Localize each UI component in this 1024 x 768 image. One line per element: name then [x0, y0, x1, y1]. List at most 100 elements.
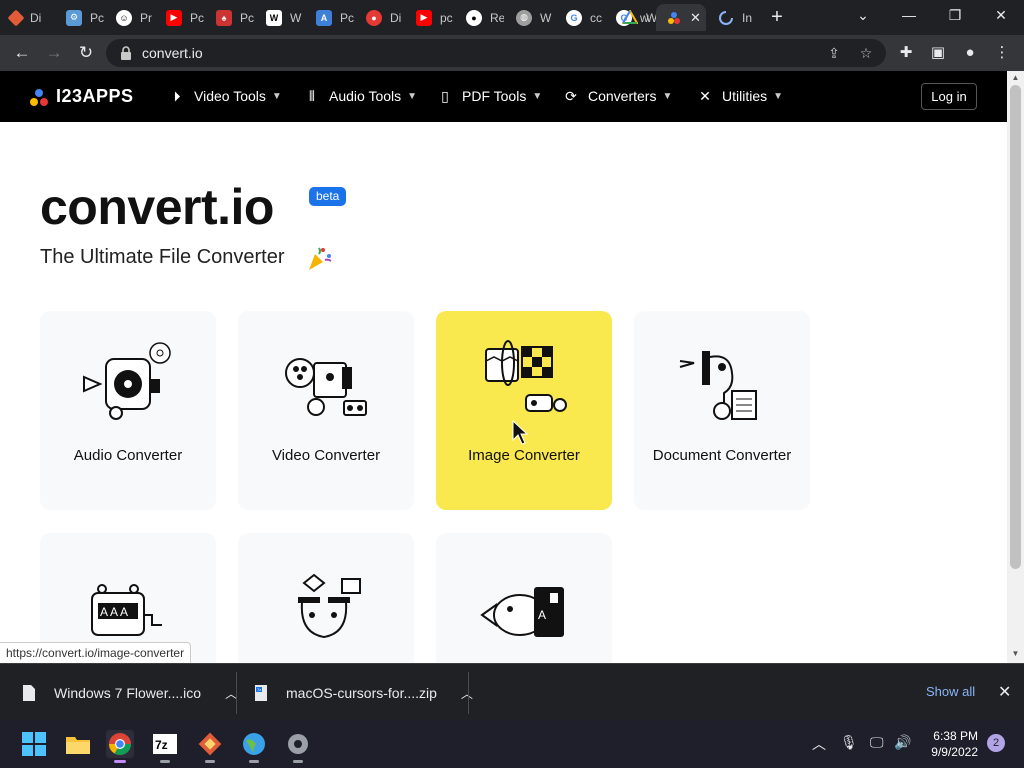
7zip-icon: 7z [153, 734, 177, 754]
smiley-icon: ☺ [116, 9, 132, 26]
globe-icon: ◍ [516, 9, 532, 26]
browser-tab[interactable]: W [612, 4, 656, 31]
nav-utilities[interactable]: ✕ Utilities ▼ [696, 87, 783, 105]
browser-toolbar: ← → ↻ convert.io ⇪ ☆ ✚ ▣ ● ⋮ [0, 35, 1024, 71]
close-window-button[interactable]: ✕ [978, 0, 1024, 30]
forward-button[interactable]: → [42, 41, 66, 65]
card-video-converter[interactable]: Video Converter [238, 311, 414, 510]
minimize-button[interactable]: — [886, 0, 932, 30]
share-icon[interactable]: ⇪ [826, 45, 842, 61]
file-explorer-icon[interactable] [64, 730, 92, 758]
chevron-down-icon: ▼ [271, 90, 282, 102]
chevron-down-icon: ▼ [773, 90, 784, 102]
download-item[interactable]: Windows 7 Flower....ico ︿ [22, 676, 237, 710]
network-icon[interactable]: 🖵 [870, 734, 884, 751]
chevron-down-icon: ▼ [407, 90, 418, 102]
card-label: Image Converter [468, 447, 580, 464]
browser-tab[interactable]: ▶ pc [406, 4, 454, 31]
browser-tab[interactable]: ● Di [356, 4, 404, 31]
show-all-downloads-link[interactable]: Show all [926, 684, 975, 699]
youtube-icon: ▶ [166, 9, 182, 26]
browser-tab[interactable]: ◍ W [506, 4, 554, 31]
scroll-up-icon[interactable]: ▲ [1011, 73, 1020, 82]
chrome-icon [109, 733, 131, 755]
browser-tab[interactable]: WW [256, 4, 304, 31]
download-item[interactable]: 7z macOS-cursors-for....zip ︿ [254, 676, 473, 710]
file-icon [23, 685, 35, 701]
mouse-cursor-icon [512, 420, 528, 445]
bookmark-star-icon[interactable]: ☆ [858, 45, 874, 61]
refresh-icon: ⟳ [565, 88, 577, 104]
diamond-icon [7, 9, 25, 26]
address-bar[interactable]: convert.io ⇪ ☆ [106, 39, 886, 67]
video-converter-illustration-icon [285, 358, 367, 416]
gear-icon: ⚙ [66, 9, 82, 26]
browser-tab[interactable]: Gcc [556, 4, 604, 31]
browser-tab[interactable]: Di [0, 4, 52, 31]
restore-button[interactable]: ❐ [932, 0, 978, 30]
drive-icon [622, 9, 638, 26]
zip-archive-icon: 7z [255, 685, 267, 701]
scrollbar-thumb[interactable] [1010, 85, 1021, 569]
back-button[interactable]: ← [10, 41, 34, 65]
pokeball-icon: ● [366, 9, 382, 26]
convertio-icon [666, 10, 682, 26]
svg-text:7z: 7z [257, 687, 261, 692]
browser-tab[interactable]: ♠ Pc [206, 4, 254, 31]
browser-tab[interactable]: In [708, 4, 756, 31]
login-button[interactable]: Log in [921, 83, 977, 110]
profile-icon[interactable]: ● [960, 43, 980, 63]
microphone-icon[interactable]: 🎙 [840, 734, 858, 751]
nav-pdf-tools[interactable]: ▯ PDF Tools ▼ [436, 87, 542, 105]
browser-tab-strip: Di ⚙ Pc ☺ Pr ▶ Pc ♠ Pc WW A Pc ● Di ▶ pc ● Re ◍ W [0, 0, 1024, 35]
app-taskbar-button[interactable] [196, 730, 224, 763]
system-clock[interactable]: 6:38 PM 9/9/2022 [922, 728, 978, 760]
browser-tab[interactable]: A Pc [306, 4, 354, 31]
card-document-converter[interactable]: Document Converter [634, 311, 810, 510]
document-icon: ▯ [441, 88, 449, 104]
new-tab-button[interactable]: + [766, 6, 788, 28]
close-downloads-icon[interactable]: ✕ [998, 682, 1011, 702]
settings-gear-icon [288, 734, 308, 754]
notification-badge[interactable]: 2 [987, 734, 1005, 752]
loading-icon [718, 10, 734, 26]
volume-icon[interactable]: 🔊 [894, 734, 911, 751]
image-converter-illustration-icon [485, 340, 567, 412]
page-scrollbar[interactable]: ▲ ▼ [1007, 71, 1024, 663]
clock-date: 9/9/2022 [931, 745, 978, 759]
close-tab-icon[interactable]: ✕ [690, 10, 701, 26]
chrome-taskbar-button[interactable] [106, 730, 134, 763]
browser-tab[interactable]: ▶ Pc [156, 4, 204, 31]
settings-taskbar-button[interactable] [284, 730, 312, 763]
nav-audio-tools[interactable]: ⫴ Audio Tools ▼ [303, 87, 417, 105]
logo-dots-icon [30, 87, 50, 107]
nav-converters[interactable]: ⟳ Converters ▼ [562, 87, 672, 105]
nav-video-tools[interactable]: ⏵ Video Tools ▼ [168, 87, 282, 105]
browser-tab-active[interactable]: ✕ [656, 4, 706, 31]
card-audio-converter[interactable]: Audio Converter [40, 311, 216, 510]
scroll-down-icon[interactable]: ▼ [1011, 649, 1020, 658]
menu-icon[interactable]: ⋮ [992, 43, 1012, 63]
browser-alt-taskbar-button[interactable] [240, 730, 268, 763]
windows-taskbar: 7z ︿ 🎙 🖵 🔊 6:38 PM 9/9/2022 2 [0, 720, 1024, 768]
tray-chevron-up-icon[interactable]: ︿ [812, 734, 826, 754]
logo-text: I23APPS [56, 86, 134, 106]
side-panel-icon[interactable]: ▣ [928, 43, 948, 63]
chevron-up-icon[interactable]: ︿ [461, 685, 473, 702]
browser-tab[interactable]: ☺ Pr [106, 4, 154, 31]
document-converter-illustration-icon [679, 351, 757, 420]
windows-start-icon[interactable] [20, 730, 48, 758]
tab-search-icon[interactable]: ⌄ [840, 0, 886, 30]
globe-app-icon [243, 733, 265, 755]
card-image-converter[interactable]: Image Converter [436, 311, 612, 510]
7zip-taskbar-button[interactable]: 7z [151, 730, 179, 763]
browser-tab[interactable]: ● Re [456, 4, 504, 31]
logo[interactable]: I23APPS [30, 86, 134, 107]
github-icon: ● [466, 9, 482, 26]
chevron-down-icon: ▼ [532, 90, 543, 102]
ebook-converter-illustration-icon: A [480, 587, 564, 637]
browser-tab[interactable]: ⚙ Pc [56, 4, 104, 31]
svg-text:A A A: A A A [100, 605, 128, 619]
extensions-icon[interactable]: ✚ [896, 43, 916, 63]
reload-button[interactable]: ↻ [74, 41, 98, 65]
